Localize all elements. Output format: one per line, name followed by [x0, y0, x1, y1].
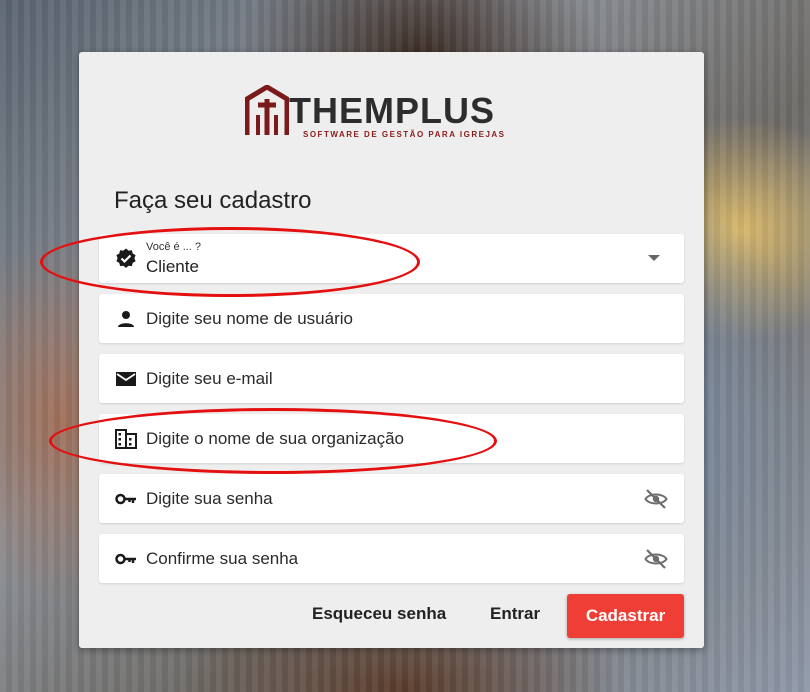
password-field[interactable]: Digite sua senha: [99, 474, 684, 523]
key-icon: [115, 553, 136, 565]
brand-tagline: SOFTWARE DE GESTÃO PARA IGREJAS: [303, 130, 506, 139]
eye-off-icon[interactable]: [644, 547, 668, 571]
signup-card: THEMPLUS SOFTWARE DE GESTÃO PARA IGREJAS…: [79, 52, 704, 648]
register-button[interactable]: Cadastrar: [567, 594, 684, 638]
mail-icon: [116, 372, 136, 386]
eye-off-icon[interactable]: [644, 487, 668, 511]
login-button[interactable]: Entrar: [490, 604, 540, 624]
organization-placeholder: Digite o nome de sua organização: [146, 429, 404, 448]
email-placeholder: Digite seu e-mail: [146, 369, 273, 388]
user-type-select[interactable]: Você é ... ? Cliente: [99, 234, 684, 283]
key-icon: [115, 493, 136, 505]
forgot-password-button[interactable]: Esqueceu senha: [312, 604, 446, 624]
confirm-password-placeholder: Confirme sua senha: [146, 549, 299, 568]
brand-logo: THEMPLUS SOFTWARE DE GESTÃO PARA IGREJAS: [245, 85, 535, 145]
password-placeholder: Digite sua senha: [146, 489, 273, 508]
verified-badge-icon: [116, 248, 136, 268]
user-type-value: Cliente: [146, 257, 199, 276]
username-placeholder: Digite seu nome de usuário: [146, 309, 353, 328]
page-title: Faça seu cadastro: [114, 187, 312, 214]
person-icon: [118, 311, 134, 327]
email-field[interactable]: Digite seu e-mail: [99, 354, 684, 403]
username-field[interactable]: Digite seu nome de usuário: [99, 294, 684, 343]
organization-field[interactable]: Digite o nome de sua organização: [99, 414, 684, 463]
building-icon: [115, 429, 137, 449]
brand-name: THEMPLUS: [289, 90, 495, 131]
chevron-down-icon[interactable]: [648, 255, 660, 261]
confirm-password-field[interactable]: Confirme sua senha: [99, 534, 684, 583]
brand-mark-icon: [245, 85, 289, 135]
user-type-label: Você é ... ?: [146, 241, 202, 253]
